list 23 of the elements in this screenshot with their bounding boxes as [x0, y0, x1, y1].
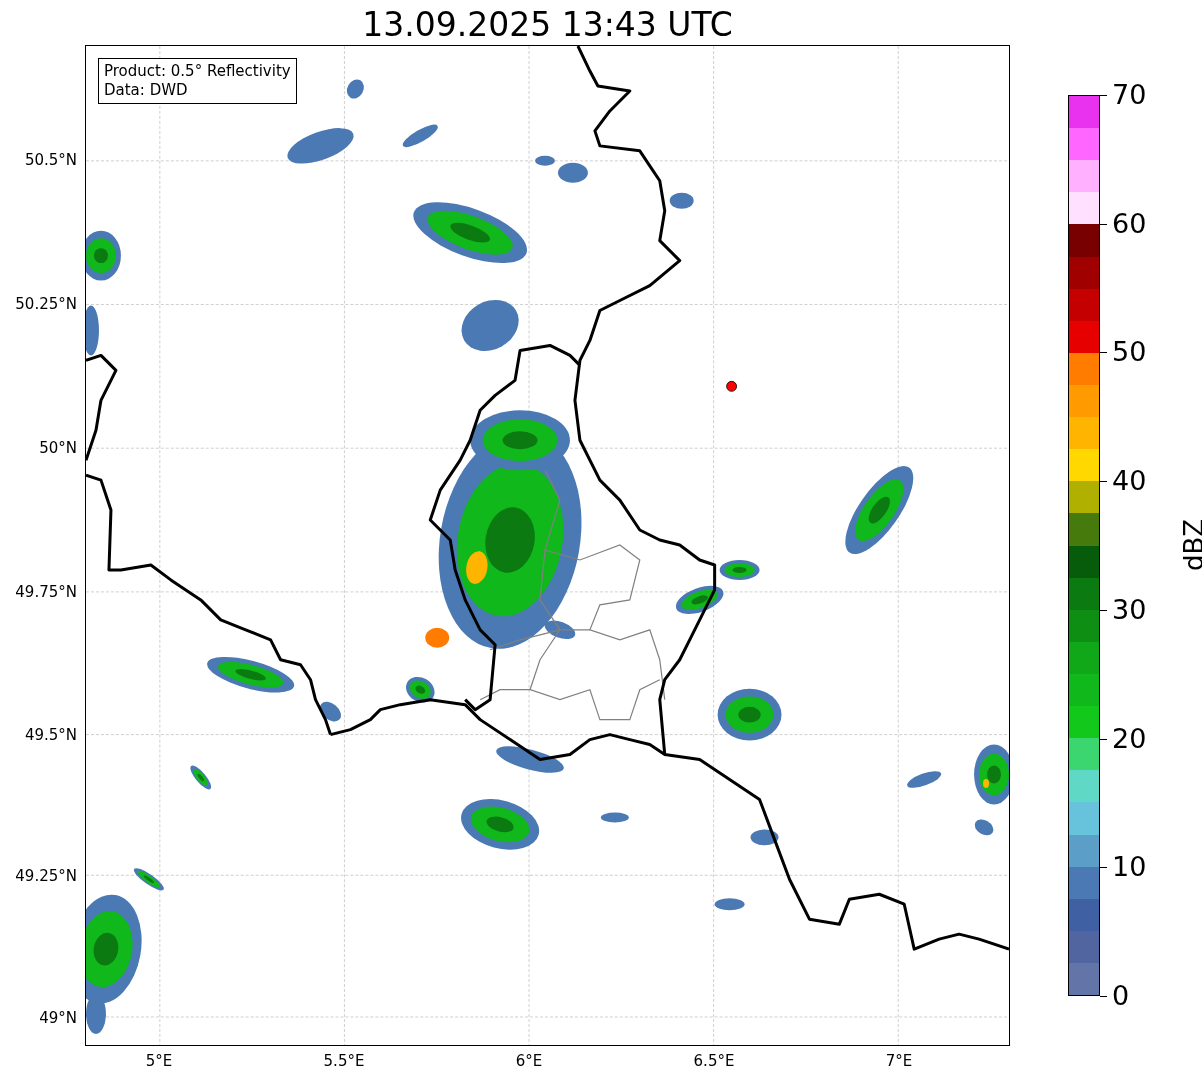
latitude-label: 50.5°N: [24, 151, 77, 169]
colorbar-tick-label: 40: [1100, 466, 1147, 497]
latitude-label: 50°N: [39, 439, 77, 457]
colorbar-tick-label: 60: [1100, 208, 1147, 239]
legend-text: Data: DWD: [104, 81, 189, 100]
latitude-label: 49.5°N: [24, 726, 77, 744]
colorbar-tick-label: 70: [1100, 80, 1147, 110]
colorbar-tick-label: 10: [1100, 852, 1147, 883]
longitude-label: 7°E: [885, 1052, 913, 1070]
latitude-label: 49.25°N: [15, 867, 77, 885]
longitude-label: 5°E: [145, 1052, 173, 1070]
latitude-label: 49.75°N: [15, 583, 77, 601]
latitude-label: 49°N: [39, 1009, 77, 1027]
chart-title: 13.09.2025 13:43 UTC: [361, 4, 734, 45]
colorbar-tick-label: 0: [1100, 981, 1130, 1011]
colorbar-tick-label: 30: [1100, 594, 1147, 625]
longitude-label: 5.5°E: [323, 1052, 365, 1070]
colorbar-tick-label: 20: [1100, 723, 1147, 754]
latitude-label: 50.25°N: [15, 295, 77, 313]
longitude-label: 6.5°E: [693, 1052, 735, 1070]
legend-text: Product: 0.5° Reflectivity: [104, 62, 291, 81]
longitude-label: 6°E: [515, 1052, 543, 1070]
colorbar-tick-label: 50: [1100, 337, 1147, 368]
